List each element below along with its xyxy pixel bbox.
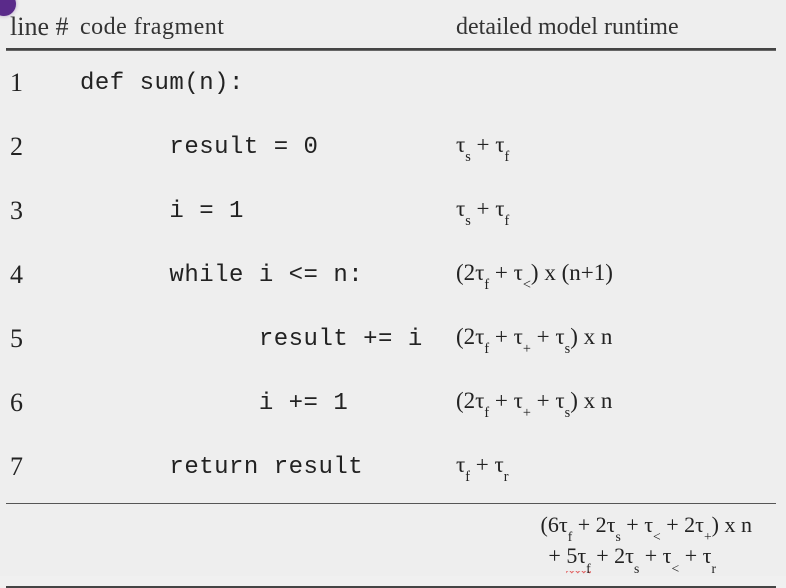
code-fragment: while i <= n: — [80, 262, 456, 289]
code-fragment: i += 1 — [80, 390, 456, 417]
line-number: 3 — [6, 196, 80, 226]
table-header-row: line # code fragment detailed model runt… — [6, 4, 776, 50]
line-number: 2 — [6, 132, 80, 162]
runtime-table: line # code fragment detailed model runt… — [0, 0, 786, 576]
line-number: 7 — [6, 452, 80, 482]
header-code: code fragment — [80, 14, 456, 41]
table-row: 6 i += 1(2τf + τ+ + τs) x n — [6, 371, 776, 435]
table-row: 5 result += i(2τf + τ+ + τs) x n — [6, 307, 776, 371]
table-row: 1def sum(n): — [6, 51, 776, 115]
runtime-expression: (2τf + τ+ + τs) x n — [456, 388, 776, 419]
code-fragment: result = 0 — [80, 134, 456, 161]
line-number: 4 — [6, 260, 80, 290]
runtime-expression: τf + τr — [456, 452, 776, 483]
table-row: 7 return resultτf + τr — [6, 435, 776, 499]
table-row: 2 result = 0τs + τf — [6, 115, 776, 179]
line-number: 5 — [6, 324, 80, 354]
runtime-expression: τs + τf — [456, 196, 776, 227]
total-row: (6τf + 2τs + τ< + 2τ+) x n + 5τf + 2τs +… — [6, 504, 776, 588]
code-fragment: i = 1 — [80, 198, 456, 225]
total-line-1: (6τf + 2τs + τ< + 2τ+) x n — [6, 512, 776, 541]
code-fragment: result += i — [80, 326, 456, 353]
header-runtime: detailed model runtime — [456, 14, 776, 41]
runtime-expression: (2τf + τ<) x (n+1) — [456, 260, 776, 291]
table-row: 3 i = 1τs + τf — [6, 179, 776, 243]
table-row: 4 while i <= n:(2τf + τ<) x (n+1) — [6, 243, 776, 307]
runtime-expression: (2τf + τ+ + τs) x n — [456, 324, 776, 355]
header-line: line # — [6, 12, 80, 42]
line-number: 6 — [6, 388, 80, 418]
line-number: 1 — [6, 68, 80, 98]
code-fragment: return result — [80, 454, 456, 481]
total-line-2: + 5τf + 2τs + τ< + τr — [6, 543, 776, 575]
code-fragment: def sum(n): — [80, 70, 456, 97]
table-body: 1def sum(n):2 result = 0τs + τf3 i = 1τs… — [6, 50, 776, 499]
runtime-expression: τs + τf — [456, 132, 776, 163]
